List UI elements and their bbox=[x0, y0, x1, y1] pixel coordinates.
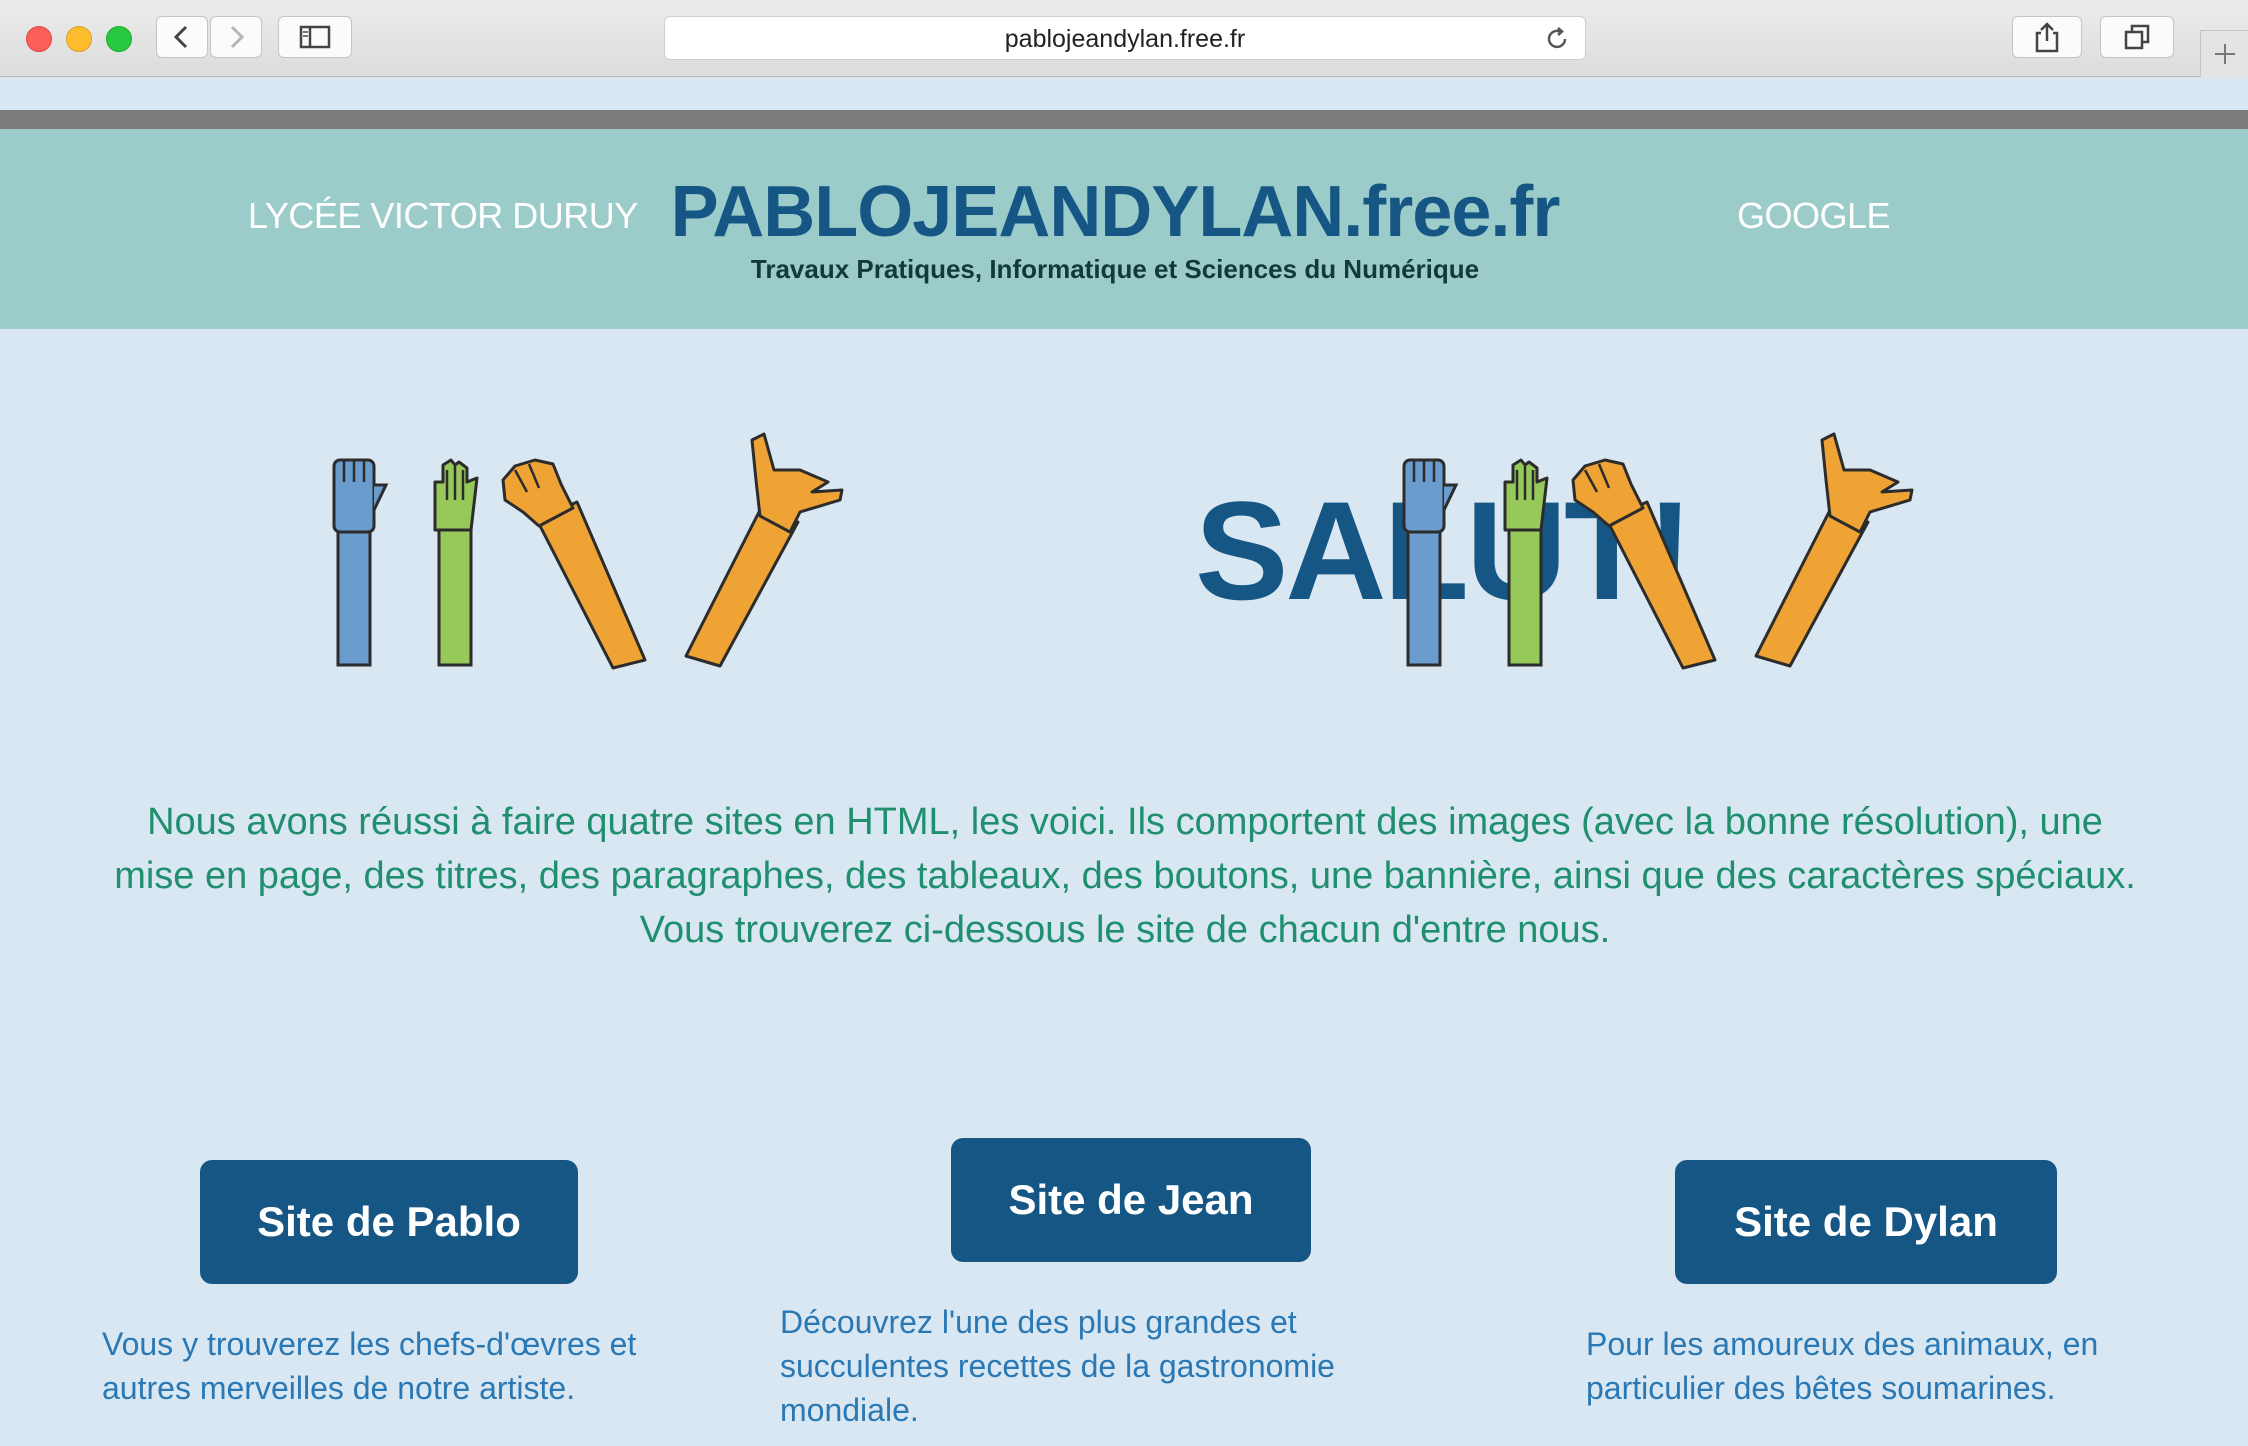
address-bar-url: pablojeandylan.free.fr bbox=[1004, 25, 1246, 53]
raised-fist-orange-icon bbox=[501, 458, 647, 670]
top-strip bbox=[0, 110, 2248, 129]
site-pablo-description: Vous y trouverez les chefs-d'œvres et au… bbox=[102, 1326, 637, 1406]
new-tab-button[interactable] bbox=[2200, 30, 2248, 77]
chevron-right-icon bbox=[230, 25, 245, 49]
tabs-icon bbox=[2124, 24, 2150, 50]
raised-fist-blue-icon bbox=[332, 458, 389, 667]
zoom-window-button[interactable] bbox=[106, 26, 132, 52]
share-button[interactable] bbox=[2012, 16, 2082, 58]
raised-fist-blue-icon bbox=[1402, 458, 1459, 667]
site-subtitle: Travaux Pratiques, Informatique et Scien… bbox=[750, 254, 1480, 284]
site-dylan-description: Pour les amoureux des animaux, en partic… bbox=[1586, 1326, 2099, 1406]
show-tabs-button[interactable] bbox=[2100, 16, 2174, 58]
forward-button[interactable] bbox=[210, 16, 262, 58]
nav-link-google[interactable]: GOOGLE bbox=[1737, 195, 1891, 237]
site-dylan-button[interactable]: Site de Dylan bbox=[1675, 1160, 2057, 1284]
nav-link-lycee[interactable]: LYCÉE VICTOR DURUY bbox=[248, 195, 638, 237]
site-jean-description: Découvrez l'une des plus grandes et succ… bbox=[780, 1304, 1335, 1428]
plus-icon bbox=[2215, 44, 2235, 64]
browser-toolbar: pablojeandylan.free.fr bbox=[0, 0, 2248, 77]
chevron-left-icon bbox=[173, 25, 188, 49]
address-bar[interactable]: pablojeandylan.free.fr bbox=[664, 16, 1586, 60]
back-button[interactable] bbox=[156, 16, 208, 58]
reload-icon[interactable] bbox=[1543, 25, 1571, 53]
sidebar-toggle-button[interactable] bbox=[278, 16, 352, 58]
close-window-button[interactable] bbox=[26, 26, 52, 52]
site-header: LYCÉE VICTOR DURUY PABLOJEANDYLAN.free.f… bbox=[0, 129, 2248, 329]
intro-paragraph: Nous avons réussi à faire quatre sites e… bbox=[114, 801, 2136, 951]
site-title: PABLOJEANDYLAN.free.fr bbox=[670, 172, 1561, 252]
sidebar-icon bbox=[299, 25, 331, 49]
thumb-hand-orange-icon bbox=[684, 432, 844, 668]
site-pablo-button[interactable]: Site de Pablo bbox=[200, 1160, 578, 1284]
minimize-window-button[interactable] bbox=[66, 26, 92, 52]
raised-hand-green-icon bbox=[1503, 458, 1549, 667]
raised-fist-orange-icon bbox=[1571, 458, 1717, 670]
hero-banner: SALUT! bbox=[320, 430, 1920, 670]
raised-hand-green-icon bbox=[433, 458, 479, 667]
share-icon bbox=[2035, 22, 2059, 53]
site-jean-button[interactable]: Site de Jean bbox=[951, 1138, 1311, 1262]
thumb-hand-orange-icon bbox=[1754, 432, 1914, 668]
